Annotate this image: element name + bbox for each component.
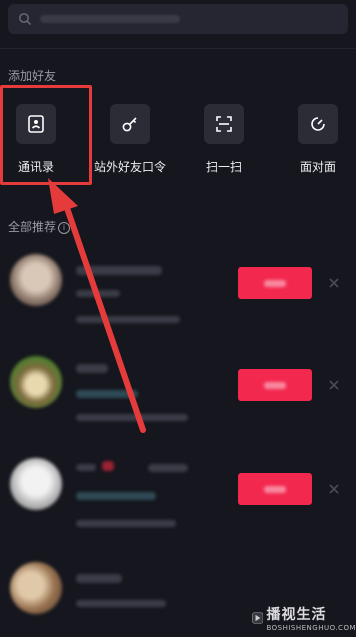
avatar[interactable]	[10, 356, 62, 408]
search-bar[interactable]	[8, 4, 348, 34]
user-meta	[76, 390, 138, 398]
highlight-box	[0, 85, 92, 185]
user-name	[76, 266, 162, 275]
user-desc	[76, 414, 188, 421]
heart-icon	[102, 461, 114, 471]
add-item-external-code[interactable]: 站外好友口令	[84, 104, 176, 184]
search-placeholder	[40, 15, 180, 23]
add-friends-title: 添加好友	[8, 69, 57, 83]
search-icon	[19, 13, 31, 25]
face-to-face-icon	[311, 117, 325, 131]
user-name	[148, 464, 188, 472]
user-name	[76, 574, 122, 583]
follow-button[interactable]	[238, 369, 312, 401]
avatar[interactable]	[10, 562, 62, 614]
add-item-label: 站外好友口令	[93, 160, 166, 174]
divider	[0, 48, 356, 49]
add-item-face-to-face[interactable]: 面对面	[272, 104, 356, 184]
key-icon	[122, 117, 137, 132]
list-item[interactable]	[0, 254, 356, 354]
watermark-logo	[252, 612, 264, 624]
user-desc	[76, 600, 166, 607]
watermark-main: 播视生活	[266, 607, 327, 623]
user-meta	[76, 290, 120, 297]
close-icon[interactable]	[328, 483, 340, 495]
watermark: 播视生活 BOSHISHENGHUO.COM	[252, 602, 356, 634]
user-desc	[76, 316, 180, 323]
watermark-sub: BOSHISHENGHUO.COM	[266, 624, 356, 632]
list-item[interactable]	[0, 356, 356, 456]
add-item-scan[interactable]: 扫一扫	[178, 104, 270, 184]
user-name-part	[76, 464, 96, 471]
avatar[interactable]	[10, 254, 62, 306]
close-icon[interactable]	[328, 277, 340, 289]
list-item[interactable]	[0, 458, 356, 558]
follow-button[interactable]	[238, 267, 312, 299]
scan-icon	[216, 116, 232, 132]
add-item-label: 面对面	[299, 160, 336, 174]
info-icon: i	[58, 222, 71, 234]
user-meta	[76, 492, 156, 500]
user-desc	[76, 520, 176, 527]
follow-button[interactable]	[238, 473, 312, 505]
recommend-title: 全部推荐	[8, 220, 57, 234]
avatar[interactable]	[10, 458, 62, 510]
add-item-label: 扫一扫	[205, 160, 242, 174]
recommend-title-row: 全部推荐 i	[8, 218, 71, 235]
user-name	[76, 364, 108, 373]
close-icon[interactable]	[328, 379, 340, 391]
